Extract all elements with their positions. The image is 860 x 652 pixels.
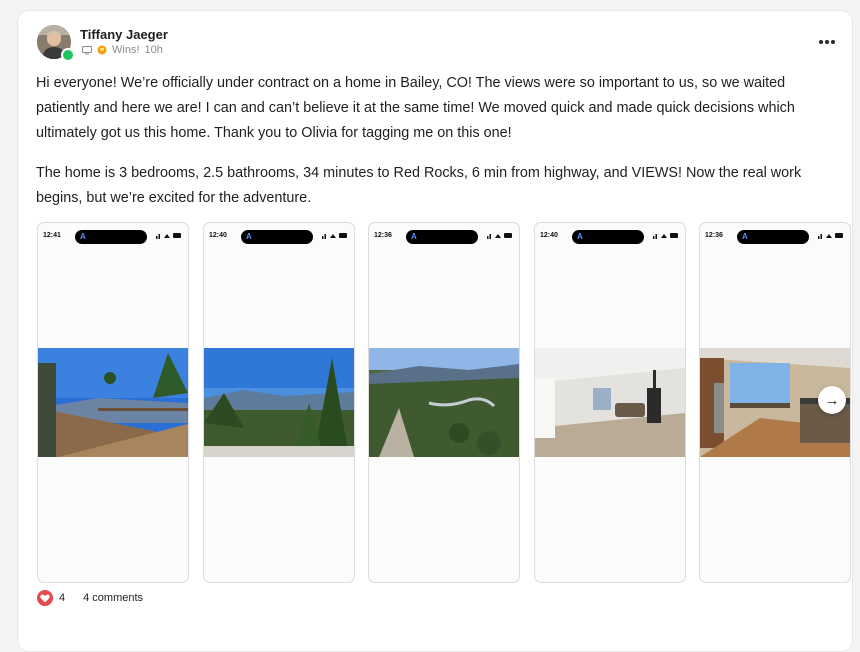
app-logo-icon: A xyxy=(80,232,86,241)
dynamic-island: A xyxy=(75,230,147,244)
gallery-image[interactable]: 12:41 A xyxy=(37,222,189,583)
status-time: 12:40 xyxy=(540,232,558,239)
status-time: 12:36 xyxy=(374,232,392,239)
dynamic-island: A xyxy=(406,230,478,244)
photo-deck-with-mountain-view xyxy=(38,348,188,457)
heart-icon[interactable] xyxy=(37,590,53,606)
photo-aerial-forest-valley xyxy=(369,348,519,457)
dynamic-island: A xyxy=(737,230,809,244)
arrow-right-icon[interactable]: → xyxy=(818,386,846,414)
post-body-paragraph: Hi everyone! We’re officially under cont… xyxy=(36,75,795,141)
signal-wifi-battery-icon xyxy=(487,233,512,239)
gallery-image[interactable]: 12:40 A xyxy=(203,222,355,583)
trophy-icon xyxy=(97,45,107,55)
post-card: Tiffany Jaeger Wins! 10h Hi everyone! We… xyxy=(17,10,853,652)
app-logo-icon: A xyxy=(411,232,417,241)
gallery-image[interactable]: 12:36 A xyxy=(368,222,520,583)
signal-wifi-battery-icon xyxy=(156,233,181,239)
status-time: 12:36 xyxy=(705,232,723,239)
reaction-count[interactable]: 4 xyxy=(59,592,65,604)
post-category[interactable]: Wins! xyxy=(112,44,140,56)
author-name[interactable]: Tiffany Jaeger xyxy=(80,27,168,42)
comments-link[interactable]: 4 comments xyxy=(83,592,143,604)
online-status-dot xyxy=(61,48,75,62)
desktop-icon xyxy=(82,45,92,54)
post-meta: Wins! 10h xyxy=(82,43,163,57)
post-time: 10h xyxy=(144,44,163,56)
status-time: 12:40 xyxy=(209,232,227,239)
status-time: 12:41 xyxy=(43,232,61,239)
photo-pine-trees-mountain-view xyxy=(204,348,354,457)
photo-living-room-interior xyxy=(535,348,685,457)
signal-wifi-battery-icon xyxy=(653,233,678,239)
app-logo-icon: A xyxy=(742,232,748,241)
dynamic-island: A xyxy=(241,230,313,244)
gallery-image[interactable]: 12:40 A xyxy=(534,222,686,583)
app-logo-icon: A xyxy=(577,232,583,241)
more-horizontal-icon[interactable] xyxy=(816,35,838,49)
signal-wifi-battery-icon xyxy=(322,233,347,239)
post-footer: 4 4 comments xyxy=(37,590,143,606)
post-body-paragraph: The home is 3 bedrooms, 2.5 bathrooms, 3… xyxy=(36,165,802,206)
app-logo-icon: A xyxy=(246,232,252,241)
signal-wifi-battery-icon xyxy=(818,233,843,239)
dynamic-island: A xyxy=(572,230,644,244)
